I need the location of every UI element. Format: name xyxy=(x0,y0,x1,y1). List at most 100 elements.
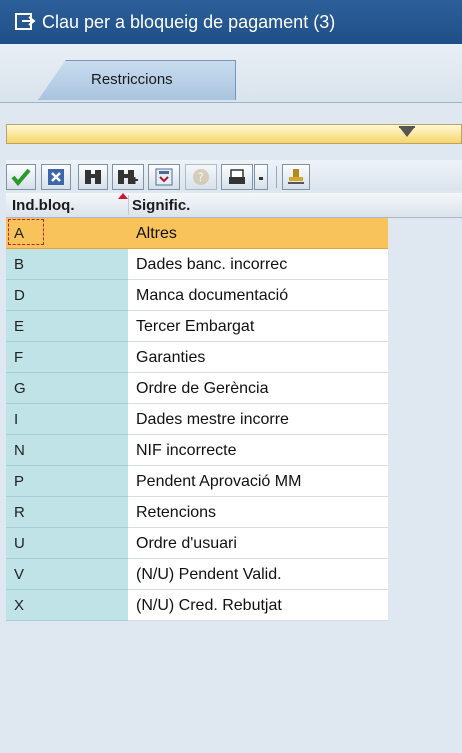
restrictions-toggle-bar[interactable] xyxy=(6,124,462,144)
checkmark-icon xyxy=(11,168,31,186)
column-header-ind-bloq[interactable]: Ind.bloq. xyxy=(12,197,74,214)
key-cell[interactable]: A xyxy=(6,218,128,249)
column-header-signific[interactable]: Signific. xyxy=(132,197,190,214)
table-row[interactable]: R Retencions xyxy=(6,497,462,528)
key-text: I xyxy=(14,411,19,428)
value-text: NIF incorrecte xyxy=(136,442,237,459)
value-cell[interactable]: (N/U) Pendent Valid. xyxy=(128,559,388,590)
value-cell[interactable]: (N/U) Cred. Rebutjat xyxy=(128,590,388,621)
find-button[interactable] xyxy=(78,164,108,190)
table-row[interactable]: E Tercer Embargat xyxy=(6,311,462,342)
table-row[interactable]: P Pendent Aprovació MM xyxy=(6,466,462,497)
collapse-arrow-icon[interactable] xyxy=(399,126,415,137)
table-row[interactable]: U Ordre d'usuari xyxy=(6,528,462,559)
value-cell[interactable]: Altres xyxy=(128,218,388,249)
value-text: Dades mestre incorre xyxy=(136,411,289,428)
key-cell[interactable]: U xyxy=(6,528,128,559)
value-cell[interactable]: Retencions xyxy=(128,497,388,528)
key-cell[interactable]: F xyxy=(6,342,128,373)
value-cell[interactable]: Dades banc. incorrec xyxy=(128,249,388,280)
confirm-button[interactable] xyxy=(6,164,36,190)
key-cell[interactable]: E xyxy=(6,311,128,342)
window-title: Clau per a bloqueig de pagament (3) xyxy=(42,11,336,32)
key-text: V xyxy=(14,566,25,583)
table-body: A Altres B Dades banc. incorrec D Manca … xyxy=(6,218,462,621)
value-text: Retencions xyxy=(136,504,217,521)
value-cell[interactable]: Ordre d'usuari xyxy=(128,528,388,559)
row-filler xyxy=(388,590,462,621)
row-filler xyxy=(388,466,462,497)
key-cell[interactable]: V xyxy=(6,559,128,590)
svg-text:?: ? xyxy=(198,171,204,185)
help-icon: ? xyxy=(193,169,209,185)
focus-indicator xyxy=(8,219,44,245)
value-cell[interactable]: Manca documentació xyxy=(128,280,388,311)
key-cell[interactable]: X xyxy=(6,590,128,621)
value-text: Dades banc. incorrec xyxy=(136,256,288,273)
dropdown-arrow-icon xyxy=(259,177,263,180)
value-cell[interactable]: Dades mestre incorre xyxy=(128,404,388,435)
key-text: B xyxy=(14,256,25,273)
key-text: R xyxy=(14,504,25,521)
tab-label: Restriccions xyxy=(91,71,173,88)
table-row[interactable]: X (N/U) Cred. Rebutjat xyxy=(6,590,462,621)
value-cell[interactable]: NIF incorrecte xyxy=(128,435,388,466)
table-row[interactable]: F Garanties xyxy=(6,342,462,373)
key-text: P xyxy=(14,473,25,490)
print-button[interactable] xyxy=(221,164,253,190)
key-text: D xyxy=(14,287,25,304)
value-cell[interactable]: Tercer Embargat xyxy=(128,311,388,342)
row-filler xyxy=(388,435,462,466)
row-filler xyxy=(388,404,462,435)
stamp-button[interactable] xyxy=(282,164,310,190)
value-cell[interactable]: Garanties xyxy=(128,342,388,373)
key-text: X xyxy=(14,597,25,614)
row-filler xyxy=(388,528,462,559)
value-text: (N/U) Cred. Rebutjat xyxy=(136,597,282,614)
key-text: U xyxy=(14,535,25,552)
find-icon xyxy=(85,170,101,184)
key-cell[interactable]: I xyxy=(6,404,128,435)
row-filler xyxy=(388,311,462,342)
find-next-icon xyxy=(118,170,138,184)
value-text: Manca documentació xyxy=(136,287,289,304)
tab-restriccions[interactable]: Restriccions xyxy=(38,60,236,100)
value-cell[interactable]: Pendent Aprovació MM xyxy=(128,466,388,497)
row-filler xyxy=(388,497,462,528)
row-filler xyxy=(388,249,462,280)
key-cell[interactable]: R xyxy=(6,497,128,528)
value-text: Ordre d'usuari xyxy=(136,535,237,552)
key-cell[interactable]: G xyxy=(6,373,128,404)
cancel-button[interactable] xyxy=(41,164,71,190)
table-row[interactable]: V (N/U) Pendent Valid. xyxy=(6,559,462,590)
print-options-button[interactable] xyxy=(254,164,268,190)
key-cell[interactable]: D xyxy=(6,280,128,311)
value-cell[interactable]: Ordre de Gerència xyxy=(128,373,388,404)
key-cell[interactable]: P xyxy=(6,466,128,497)
row-filler xyxy=(388,373,462,404)
table-row[interactable]: I Dades mestre incorre xyxy=(6,404,462,435)
find-next-button[interactable] xyxy=(112,164,144,190)
key-cell[interactable]: B xyxy=(6,249,128,280)
table-row[interactable]: D Manca documentació xyxy=(6,280,462,311)
key-text: E xyxy=(14,318,25,335)
value-text: (N/U) Pendent Valid. xyxy=(136,566,282,583)
toolbar-separator xyxy=(276,166,277,188)
help-button[interactable]: ? xyxy=(185,164,217,190)
toolbar: ? xyxy=(6,160,462,190)
table-row[interactable]: A Altres xyxy=(6,218,462,249)
select-button[interactable] xyxy=(148,164,180,190)
table-row[interactable]: B Dades banc. incorrec xyxy=(6,249,462,280)
table-row[interactable]: G Ordre de Gerència xyxy=(6,373,462,404)
row-filler xyxy=(388,342,462,373)
value-text: Tercer Embargat xyxy=(136,318,255,335)
row-filler xyxy=(388,280,462,311)
tab-strip: Restriccions xyxy=(0,44,462,103)
column-divider[interactable] xyxy=(128,195,129,215)
key-text: N xyxy=(14,442,25,459)
select-icon xyxy=(155,168,173,186)
value-text: Altres xyxy=(136,225,177,242)
value-text: Pendent Aprovació MM xyxy=(136,473,302,490)
key-cell[interactable]: N xyxy=(6,435,128,466)
table-row[interactable]: N NIF incorrecte xyxy=(6,435,462,466)
